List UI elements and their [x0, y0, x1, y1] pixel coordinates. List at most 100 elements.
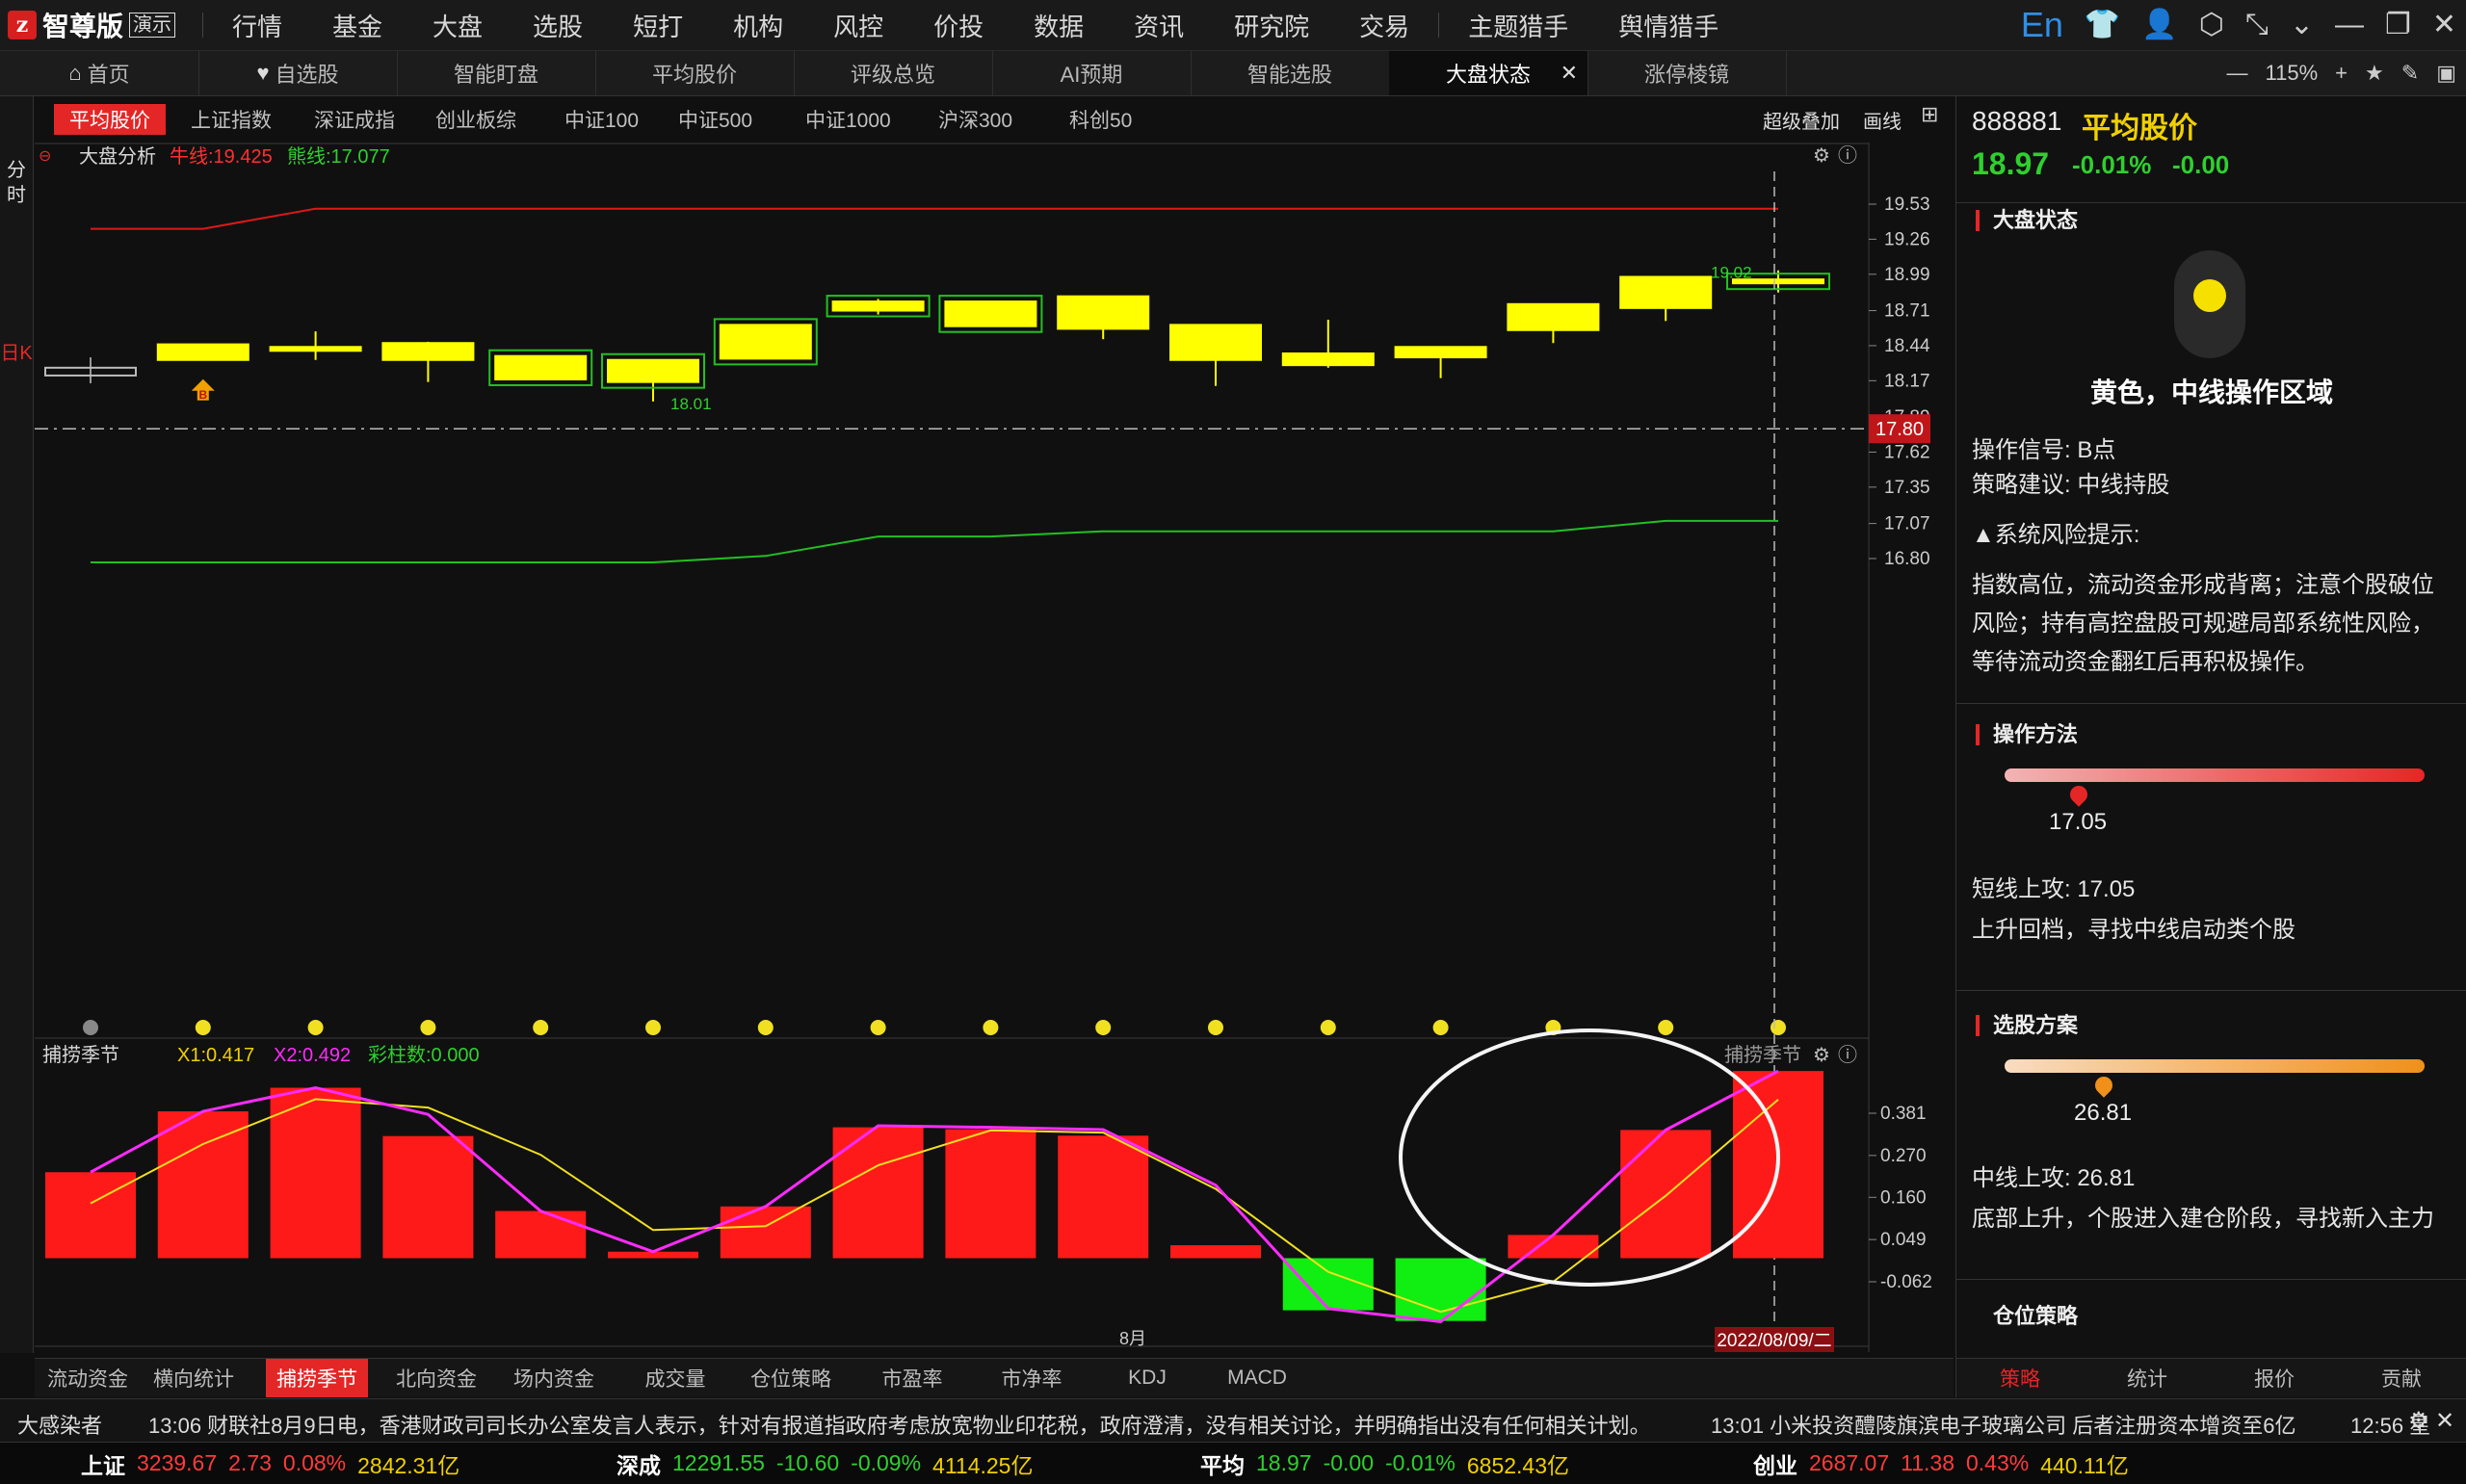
indicator-tab[interactable]: MACD: [1204, 1359, 1310, 1397]
restore-icon[interactable]: ❐: [2385, 0, 2411, 50]
pen-icon[interactable]: ✎: [2401, 61, 2419, 86]
minimize-icon[interactable]: —: [2335, 0, 2364, 50]
menu-item[interactable]: 机构: [708, 8, 808, 43]
tab-6[interactable]: 智能选股: [1191, 51, 1390, 95]
signal-dot: [533, 1020, 549, 1035]
intraday-toggle[interactable]: 分时: [0, 158, 33, 212]
candle-body: [1057, 295, 1150, 330]
indicator-tab[interactable]: 流动资金: [35, 1359, 141, 1397]
news-fragment[interactable]: 大感染者: [17, 1409, 102, 1440]
signal-text: 操作信号: B点: [1972, 437, 2116, 463]
index-quote[interactable]: 上证 3239.67 2.73 0.08% 2842.31亿: [81, 1443, 459, 1484]
menu-item[interactable]: 交易: [1334, 8, 1434, 43]
close-icon[interactable]: ✕: [2435, 1407, 2454, 1435]
heart-icon: ♥: [256, 61, 270, 85]
candle-body: [607, 358, 699, 383]
tab-5[interactable]: AI预期: [992, 51, 1192, 95]
menu-item[interactable]: 舆情猎手: [1593, 8, 1744, 43]
index-tab[interactable]: 中证500: [678, 104, 752, 135]
news-item[interactable]: 13:01 小米投资醴陵旗滨电子玻璃公司 后者注册资本增资至6亿: [1711, 1409, 2296, 1440]
menu-item[interactable]: 数据: [1009, 8, 1109, 43]
strategy-tab[interactable]: 贡献: [2338, 1359, 2465, 1397]
skin-icon[interactable]: 👕: [2085, 0, 2120, 50]
language-toggle[interactable]: En: [2021, 0, 2063, 50]
candle: [488, 349, 593, 386]
app-logo[interactable]: z 智尊版 演示: [8, 8, 176, 42]
indicator-tab[interactable]: 市盈率: [859, 1359, 965, 1397]
zoom-out-icon[interactable]: —: [2227, 61, 2248, 86]
traffic-light: [2174, 250, 2245, 358]
zoom-in-icon[interactable]: +: [2335, 61, 2348, 86]
user-icon[interactable]: 👤: [2141, 0, 2177, 50]
index-status-bar: 上证 3239.67 2.73 0.08% 2842.31亿 深成 12291.55 -10.…: [0, 1442, 2466, 1484]
signal-dot: [983, 1020, 999, 1035]
indicator-tab[interactable]: 横向统计: [141, 1359, 247, 1397]
close-icon[interactable]: ✕: [2432, 0, 2456, 50]
index-tab[interactable]: 平均股价: [54, 104, 166, 135]
index-tab[interactable]: 科创50: [1069, 104, 1132, 135]
bull-line-label: 牛线:19.425: [170, 145, 273, 168]
menu-item[interactable]: 研究院: [1209, 8, 1334, 43]
tab-0[interactable]: ⌂ 首页: [0, 51, 199, 95]
fullscreen-icon[interactable]: ▣: [2436, 61, 2456, 86]
candle-body: [269, 346, 362, 352]
strategy-tab[interactable]: 统计: [2084, 1359, 2211, 1397]
strategy-tab[interactable]: 报价: [2211, 1359, 2338, 1397]
menu-item[interactable]: 主题猎手: [1443, 8, 1593, 43]
kline-chart-svg[interactable]: ⊖ 大盘分析 牛线:19.425 熊线:17.077 ⚙ ⓘ 19.53 19.2…: [35, 143, 1954, 1352]
tab-8[interactable]: 涨停棱镜: [1587, 51, 1787, 95]
index-tab[interactable]: 深证成指: [314, 104, 395, 135]
indicator-tab[interactable]: 成交量: [622, 1359, 728, 1397]
y-tick-label: 19.26: [1884, 229, 1930, 249]
menu-item[interactable]: 行情: [207, 8, 307, 43]
menu-item[interactable]: 短打: [608, 8, 708, 43]
index-change: 2.73: [228, 1450, 272, 1475]
candle-body: [1169, 324, 1262, 361]
chart-panel[interactable]: ⊖ 大盘分析 牛线:19.425 熊线:17.077 ⚙ ⓘ 19.53 19.2…: [35, 143, 1954, 1352]
tab-7[interactable]: 大盘状态 ✕: [1389, 51, 1588, 95]
index-quote[interactable]: 创业 2687.07 11.38 0.43% 440.11亿: [1753, 1443, 2129, 1484]
indicator-tab[interactable]: 市净率: [979, 1359, 1085, 1397]
index-tab[interactable]: 中证100: [564, 104, 639, 135]
settings-icon[interactable]: ⚙: [2408, 1407, 2429, 1435]
menu-item[interactable]: 风控: [808, 8, 908, 43]
menu-item[interactable]: 价投: [908, 8, 1009, 43]
index-pct: -0.01%: [1385, 1450, 1456, 1475]
close-tab-icon[interactable]: ✕: [1561, 61, 1578, 86]
news-item[interactable]: 13:06 财联社8月9日电，香港财政司司长办公室发言人表示，针对有报道指政府考…: [148, 1409, 1651, 1440]
shrink-icon[interactable]: ⤡: [2245, 0, 2269, 50]
settings-gear-icon: ⚙: [1813, 145, 1830, 167]
draw-line-button[interactable]: 画线: [1863, 106, 1902, 134]
indicator-tab[interactable]: 场内资金: [501, 1359, 607, 1397]
grid-icon[interactable]: ⊞: [1921, 102, 1938, 127]
tab-3[interactable]: 平均股价: [595, 51, 795, 95]
index-tab[interactable]: 沪深300: [938, 104, 1012, 135]
indicator-tab[interactable]: 捕捞季节: [266, 1359, 368, 1397]
page-tabs: ⌂ 首页 ♥ 自选股 智能盯盘 平均股价 评级总览 AI预期 智能选股 大盘状态 ✕ 涨停棱镜: [0, 51, 2466, 96]
indicator-tab[interactable]: KDJ: [1094, 1359, 1200, 1397]
divider: [1956, 202, 2466, 203]
indicator-tab[interactable]: 北向资金: [383, 1359, 489, 1397]
chevron-down-icon[interactable]: ⌄: [2290, 0, 2314, 50]
menu-item[interactable]: 选股: [508, 8, 608, 43]
star-icon[interactable]: ★: [2365, 61, 2384, 86]
collapse-icon: ⊖: [39, 148, 51, 165]
tab-1[interactable]: ♥ 自选股: [198, 51, 398, 95]
stock-code: 888881: [1972, 106, 2062, 136]
daily-kline-toggle[interactable]: 日K: [0, 341, 33, 395]
index-quote[interactable]: 深成 12291.55 -10.60 -0.09% 4114.25亿: [616, 1443, 1033, 1484]
menu-item[interactable]: 大盘: [407, 8, 508, 43]
settings-icon[interactable]: ⬡: [2199, 0, 2224, 50]
index-quote[interactable]: 平均 18.97 -0.00 -0.01% 6852.43亿: [1200, 1443, 1569, 1484]
menu-item[interactable]: 基金: [307, 8, 407, 43]
index-tab[interactable]: 创业板综: [435, 104, 516, 135]
tab-4[interactable]: 评级总览: [794, 51, 993, 95]
strategy-tab[interactable]: 策略: [1956, 1359, 2084, 1397]
indicator-tab[interactable]: 仓位策略: [738, 1359, 844, 1397]
index-tab[interactable]: 上证指数: [191, 104, 272, 135]
tab-2[interactable]: 智能盯盘: [397, 51, 596, 95]
menu-item[interactable]: 资讯: [1109, 8, 1209, 43]
divider: [1956, 703, 2466, 704]
index-tab[interactable]: 中证1000: [805, 104, 891, 135]
overlay-button[interactable]: 超级叠加: [1763, 106, 1840, 134]
